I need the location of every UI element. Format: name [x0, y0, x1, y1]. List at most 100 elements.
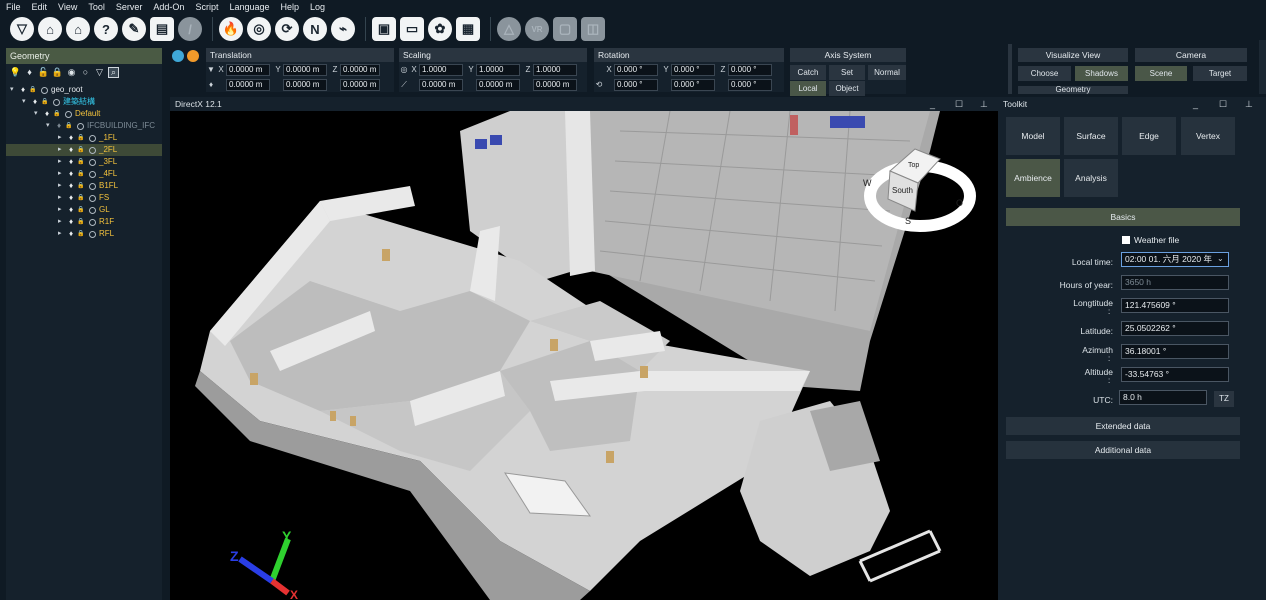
expand-icon[interactable]: ▸	[58, 216, 66, 228]
expand-icon[interactable]: ▸	[58, 132, 66, 144]
lock-icon[interactable]: 🔒	[28, 84, 38, 96]
scaling-x2-field[interactable]: 0.0000 m	[419, 78, 463, 91]
scaling-x-field[interactable]: 1.0000	[419, 63, 463, 76]
visibility-bulb-icon[interactable]: ♦	[66, 156, 76, 168]
snap-icon[interactable]	[172, 50, 184, 62]
visibility-bulb-icon[interactable]: ♦	[66, 144, 76, 156]
select-radio-icon[interactable]	[89, 194, 96, 202]
lock-icon[interactable]: 🔒	[40, 96, 50, 108]
expand-icon[interactable]: ▸	[58, 144, 66, 156]
select-radio-icon[interactable]	[65, 110, 72, 118]
translation-y-field[interactable]: 0.0000 m	[283, 63, 327, 76]
shadows-button[interactable]: Shadows	[1075, 66, 1128, 81]
toolbar-scrollbar[interactable]	[1259, 40, 1266, 94]
menu-help[interactable]: Help	[281, 2, 300, 12]
menu-language[interactable]: Language	[229, 2, 269, 12]
tree-node[interactable]: ▸ ♦ 🔒 _2FL	[6, 144, 162, 156]
chevron-down-icon[interactable]: ⌄	[1217, 254, 1224, 263]
basics-section[interactable]: Basics	[1006, 208, 1240, 226]
scene-button[interactable]: Scene	[1135, 66, 1187, 81]
clipboard-icon[interactable]: ▤	[150, 17, 174, 41]
tab-analysis[interactable]: Analysis	[1064, 159, 1118, 197]
additional-data-section[interactable]: Additional data	[1006, 441, 1240, 459]
translation-x-field[interactable]: 0.0000 m	[226, 63, 270, 76]
tree-node[interactable]: ▾ ♦ 🔒 建築結構	[6, 96, 162, 108]
target-button[interactable]: Target	[1193, 66, 1247, 81]
weather-file-checkbox[interactable]	[1122, 236, 1130, 244]
settings-cluster-icon[interactable]: ✿	[428, 17, 452, 41]
longitude-field[interactable]: 121.475609 °	[1121, 298, 1229, 313]
expand-icon[interactable]: ▸	[58, 180, 66, 192]
route-icon[interactable]: ⌁	[331, 17, 355, 41]
expand-icon[interactable]: ▸	[58, 204, 66, 216]
utc-field[interactable]: 8.0 h	[1119, 390, 1207, 405]
visibility-bulb-icon[interactable]: ♦	[66, 132, 76, 144]
select-radio-icon[interactable]	[89, 218, 96, 226]
translation-x2-field[interactable]: 0.0000 m	[226, 78, 270, 91]
rotation-x-field[interactable]: 0.000 °	[614, 63, 658, 76]
visibility-bulb-icon[interactable]: ♦	[66, 168, 76, 180]
select-radio-icon[interactable]	[89, 170, 96, 178]
tab-surface[interactable]: Surface	[1064, 117, 1118, 155]
unlock-icon[interactable]: 🔓	[38, 67, 49, 78]
menu-server[interactable]: Server	[116, 2, 143, 12]
translation-y2-field[interactable]: 0.0000 m	[283, 78, 327, 91]
collapse-icon[interactable]: ▾	[46, 120, 54, 132]
radio-empty-icon[interactable]: ○	[80, 67, 91, 78]
menu-log[interactable]: Log	[310, 2, 325, 12]
lock-icon[interactable]: 🔒	[52, 108, 62, 120]
tz-button[interactable]: TZ	[1214, 391, 1234, 407]
lock-icon[interactable]: 🔒	[76, 132, 86, 144]
tree-node[interactable]: ▸ ♦ 🔒 _3FL	[6, 156, 162, 168]
fire-icon[interactable]: 🔥	[219, 17, 243, 41]
visibility-bulb-icon[interactable]: ♦	[42, 108, 52, 120]
stripe-icon[interactable]: /	[178, 17, 202, 41]
object-button[interactable]: Object	[829, 81, 865, 96]
collapse-icon[interactable]: ▾	[34, 108, 42, 120]
refresh-cycle-icon[interactable]: ⟳	[275, 17, 299, 41]
translation-z-field[interactable]: 0.0000 m	[340, 63, 380, 76]
export-icon[interactable]: ◫	[581, 17, 605, 41]
azimuth-field[interactable]: 36.18001 °	[1121, 344, 1229, 359]
search-icon[interactable]: ⌕	[108, 66, 119, 78]
n-logo-icon[interactable]: N	[303, 17, 327, 41]
triangle-mesh-icon[interactable]: ▽	[10, 17, 34, 41]
toolkit-maximize-icon[interactable]: ☐	[1219, 97, 1227, 111]
lock-icon[interactable]: 🔒	[76, 228, 86, 240]
select-radio-icon[interactable]	[89, 182, 96, 190]
select-radio-icon[interactable]	[89, 230, 96, 238]
home-outline-icon[interactable]: ⌂	[38, 17, 62, 41]
triangle-a-icon[interactable]: △	[497, 17, 521, 41]
lock-icon[interactable]: 🔒	[76, 144, 86, 156]
local-time-field[interactable]: 02:00 01. 六月 2020 年	[1121, 252, 1229, 267]
lock-toggle-icon[interactable]	[187, 50, 199, 62]
brush-icon[interactable]: ✎	[122, 17, 146, 41]
lock-icon[interactable]: 🔒	[64, 120, 74, 132]
collapse-icon[interactable]: ▾	[22, 96, 30, 108]
geometry-button[interactable]: Geometry	[1018, 86, 1128, 94]
rotation-x2-field[interactable]: 0.000 °	[614, 78, 658, 91]
menu-edit[interactable]: Edit	[32, 2, 48, 12]
extended-data-section[interactable]: Extended data	[1006, 417, 1240, 435]
expand-icon[interactable]: ▸	[58, 192, 66, 204]
tree-node[interactable]: ▾ ♦ 🔒 IFCBUILDING_IFC	[6, 120, 162, 132]
visibility-bulb-icon[interactable]: ♦	[66, 228, 76, 240]
local-button[interactable]: Local	[790, 81, 826, 96]
globe-icon[interactable]: ◎	[247, 17, 271, 41]
tree-node[interactable]: ▸ ♦ 🔒 RFL	[6, 228, 162, 240]
lock-icon[interactable]: 🔒	[52, 67, 63, 78]
3d-viewport[interactable]: W S O Top South Y Z X	[170, 111, 998, 600]
altitude-field[interactable]: -33.54763 °	[1121, 367, 1229, 382]
visibility-bulb-icon[interactable]: ♦	[66, 180, 76, 192]
select-radio-icon[interactable]	[89, 134, 96, 142]
menu-tool[interactable]: Tool	[88, 2, 105, 12]
lock-icon[interactable]: 🔒	[76, 204, 86, 216]
tree-node[interactable]: ▸ ♦ 🔒 GL	[6, 204, 162, 216]
lock-icon[interactable]: 🔒	[76, 180, 86, 192]
menu-view[interactable]: View	[58, 2, 77, 12]
select-radio-icon[interactable]	[89, 158, 96, 166]
tab-ambience[interactable]: Ambience	[1006, 159, 1060, 197]
tree-node[interactable]: ▸ ♦ 🔒 _1FL	[6, 132, 162, 144]
light-bulb-off-icon[interactable]: ♦	[24, 67, 35, 78]
expand-icon[interactable]: ▸	[58, 228, 66, 240]
